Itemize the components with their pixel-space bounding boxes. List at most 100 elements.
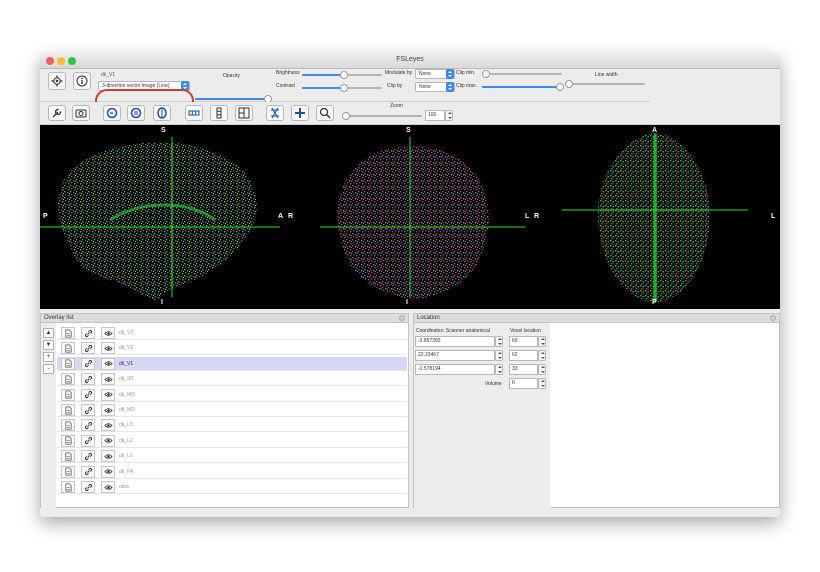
clipmax-slider-thumb[interactable]	[556, 83, 564, 91]
brightness-slider[interactable]	[302, 71, 382, 79]
overlay-list-item[interactable]: dti_L2	[57, 434, 407, 448]
crosshair-plus-icon[interactable]	[291, 105, 309, 121]
link-icon[interactable]	[81, 434, 95, 447]
coronal-brain-slice	[337, 146, 489, 300]
horizontal-layout-icon[interactable]	[185, 105, 203, 121]
coord-y-input[interactable]: 22.23467	[415, 350, 503, 361]
document-icon[interactable]	[61, 342, 75, 355]
zoom-spinner[interactable]	[445, 110, 453, 121]
eye-icon[interactable]	[101, 342, 115, 355]
clipmin-slider-thumb[interactable]	[482, 70, 490, 78]
document-icon[interactable]	[61, 388, 75, 401]
overlay-name-field[interactable]: dti_V1	[101, 72, 115, 78]
eye-icon[interactable]	[101, 327, 115, 339]
zoom-slider[interactable]	[342, 112, 422, 120]
overlay-list-item[interactable]: dti_V3	[57, 326, 407, 340]
document-icon[interactable]	[61, 481, 75, 493]
document-icon[interactable]	[61, 404, 75, 416]
link-icon[interactable]	[81, 327, 95, 339]
document-icon[interactable]	[61, 357, 75, 370]
linewidth-slider-thumb[interactable]	[565, 80, 573, 88]
link-icon[interactable]	[81, 373, 95, 386]
eye-icon[interactable]	[101, 419, 115, 432]
link-icon[interactable]	[81, 465, 95, 478]
overlay-list-item[interactable]: dti_S0	[57, 372, 407, 387]
close-panel-icon[interactable]	[399, 315, 405, 321]
coord-x-input[interactable]: -2.857393	[415, 336, 503, 347]
link-icon[interactable]	[81, 450, 95, 463]
document-icon[interactable]	[61, 419, 75, 432]
link-icon[interactable]	[81, 342, 95, 355]
sagittal-head-icon[interactable]	[103, 105, 121, 121]
zoom-slider-thumb[interactable]	[342, 112, 350, 120]
settings-gear-icon[interactable]	[48, 72, 66, 90]
overlay-list-item[interactable]: dti_L1	[57, 449, 407, 464]
document-icon[interactable]	[61, 434, 75, 447]
overlay-list-item[interactable]: dti_MD	[57, 403, 407, 417]
document-icon[interactable]	[61, 465, 75, 478]
link-icon[interactable]	[81, 419, 95, 432]
eye-icon[interactable]	[101, 388, 115, 401]
ortho-canvas[interactable]: S I P A S I R L A P R L	[40, 125, 780, 309]
volume-input[interactable]: 0	[509, 378, 546, 389]
coronal-head-icon[interactable]	[127, 105, 145, 121]
clipby-select[interactable]: None	[415, 82, 455, 92]
clipmax-slider[interactable]	[482, 83, 564, 91]
volume-spinner[interactable]	[538, 378, 546, 389]
eye-icon[interactable]	[101, 373, 115, 386]
camera-icon[interactable]	[72, 105, 90, 121]
eye-icon[interactable]	[101, 357, 115, 370]
modulate-select[interactable]: None	[415, 69, 455, 79]
zoom-magnifier-icon[interactable]	[316, 105, 334, 121]
overlay-list-item[interactable]: data	[57, 480, 407, 494]
axial-top-label: A	[652, 127, 658, 134]
remove-overlay-button[interactable]: -	[43, 364, 54, 374]
voxel-z-input[interactable]: 33	[509, 364, 546, 375]
link-icon[interactable]	[81, 404, 95, 416]
info-icon[interactable]	[73, 72, 91, 90]
opacity-slider[interactable]	[195, 95, 272, 103]
contrast-slider-thumb[interactable]	[340, 84, 348, 92]
overlay-list-item[interactable]: dti_V1	[57, 356, 407, 371]
movie-mode-icon[interactable]	[266, 105, 284, 121]
move-down-button[interactable]: ▼	[43, 340, 54, 350]
voxel-x-input[interactable]: 60	[509, 336, 546, 347]
eye-icon[interactable]	[101, 465, 115, 478]
coronal-bottom-label: I	[406, 299, 408, 306]
brightness-slider-thumb[interactable]	[340, 71, 348, 79]
document-icon[interactable]	[61, 373, 75, 386]
link-icon[interactable]	[81, 481, 95, 493]
overlay-list-item[interactable]: dti_L3	[57, 418, 407, 433]
vertical-layout-icon[interactable]	[210, 105, 228, 121]
overlay-list-item[interactable]: dti_MO	[57, 388, 407, 402]
eye-icon[interactable]	[101, 404, 115, 416]
eye-icon[interactable]	[101, 481, 115, 493]
clipmin-slider[interactable]	[482, 70, 562, 78]
coord-z-spinner[interactable]	[495, 364, 503, 375]
grid-layout-icon[interactable]	[235, 105, 253, 121]
link-icon[interactable]	[81, 388, 95, 401]
overlay-list-item[interactable]: dti_FA	[57, 465, 407, 479]
axial-head-icon[interactable]	[153, 105, 171, 121]
eye-icon[interactable]	[101, 434, 115, 447]
voxel-z-spinner[interactable]	[538, 364, 546, 375]
add-overlay-button[interactable]: +	[43, 352, 54, 362]
zoom-input[interactable]: 100	[425, 110, 453, 121]
linewidth-slider[interactable]	[565, 80, 645, 88]
overlay-name-label: dti_V3	[119, 330, 134, 336]
move-up-button[interactable]: ▲	[43, 328, 54, 338]
voxel-y-input[interactable]: 62	[509, 350, 546, 361]
voxel-x-spinner[interactable]	[538, 336, 546, 347]
document-icon[interactable]	[61, 450, 75, 463]
link-icon[interactable]	[81, 357, 95, 370]
coord-x-spinner[interactable]	[495, 336, 503, 347]
wrench-icon[interactable]	[48, 105, 66, 121]
contrast-slider[interactable]	[302, 84, 382, 92]
coord-y-spinner[interactable]	[495, 350, 503, 361]
overlay-list-item[interactable]: dti_V2	[57, 341, 407, 356]
coord-z-input[interactable]: -1.578194	[415, 364, 503, 375]
document-icon[interactable]	[61, 327, 75, 339]
voxel-y-spinner[interactable]	[538, 350, 546, 361]
close-panel-icon[interactable]	[770, 315, 776, 321]
eye-icon[interactable]	[101, 450, 115, 463]
